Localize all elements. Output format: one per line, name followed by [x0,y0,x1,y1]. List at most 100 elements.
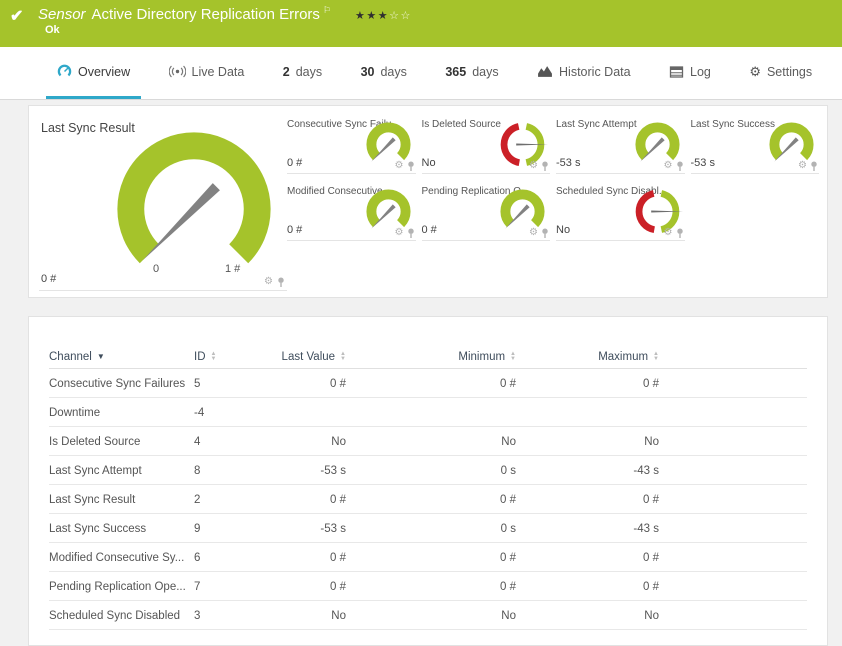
cell-last [272,398,346,427]
tab-log[interactable]: Log [658,47,722,99]
star-filled-icon[interactable]: ★ [355,10,366,22]
gauge-tile-consecutive-sync-failu[interactable]: Consecutive Sync Failu... 0 #⚙ [287,117,416,174]
object-kind-label: Sensor [38,6,86,23]
pin-icon[interactable] [541,228,549,238]
pin-icon[interactable] [277,277,285,287]
tab-settings[interactable]: ⚙ Settings [738,47,823,99]
gauge-tile-last-sync-attempt[interactable]: Last Sync Attempt -53 s⚙ [556,117,685,174]
tab-number: 2 [283,65,290,79]
cell-id: -4 [194,398,272,427]
overview-content: Last Sync Result 0 1 # 0 # ⚙ Consecutive… [0,105,842,646]
gauge-tile-last-sync-success[interactable]: Last Sync Success -53 s⚙ [691,117,820,174]
tab-365-days[interactable]: 365days [434,47,509,99]
gear-icon[interactable]: ⚙ [529,228,538,238]
tab-label: Log [690,65,711,79]
table-row-consecutive-sync-failures[interactable]: Consecutive Sync Failures50 #0 #0 # [49,369,807,398]
star-filled-icon[interactable]: ★ [366,10,377,22]
sensor-status-text: Ok [0,24,842,36]
column-header-channel[interactable]: Channel▼ [49,345,194,369]
table-row-is-deleted-source[interactable]: Is Deleted Source4NoNoNo [49,427,807,456]
gauge-tile-value: No [556,224,570,236]
cell-min: 0 # [346,485,516,514]
gear-icon[interactable]: ⚙ [395,161,404,171]
cell-last: 0 # [272,543,346,572]
cell-last: -53 s [272,456,346,485]
column-header-id[interactable]: ID▲▼ [194,345,272,369]
priority-stars[interactable]: ★★★☆☆ [355,10,412,22]
cell-id: 5 [194,369,272,398]
gauge-tile-is-deleted-source[interactable]: Is Deleted Source No⚙ [422,117,551,174]
star-empty-icon[interactable]: ☆ [389,10,400,22]
table-row-downtime[interactable]: Downtime-4 [49,398,807,427]
pin-icon[interactable] [810,161,818,171]
tab-30-days[interactable]: 30days [350,47,418,99]
tab-2-days[interactable]: 2days [272,47,333,99]
cell-last: No [272,601,346,630]
star-filled-icon[interactable]: ★ [378,10,389,22]
table-row-last-sync-result[interactable]: Last Sync Result20 #0 #0 # [49,485,807,514]
gauge-tile-value: 0 # [287,157,302,169]
pin-icon[interactable] [676,228,684,238]
channel-settings-button[interactable] [659,601,807,630]
tab-label: Live Data [192,65,245,79]
tab-label: Settings [767,65,812,79]
cell-min: 0 s [346,514,516,543]
channel-settings-button[interactable] [659,369,807,398]
channel-settings-button[interactable] [659,456,807,485]
gauge-tile-pending-replication-o[interactable]: Pending Replication O... 0 #⚙ [422,184,551,241]
gauge-tile-scheduled-sync-disabl[interactable]: Scheduled Sync Disabl... No⚙ [556,184,685,241]
pin-icon[interactable] [407,228,415,238]
column-header-minimum[interactable]: Minimum▲▼ [346,345,516,369]
pin-icon[interactable] [541,161,549,171]
channel-settings-icon [659,520,701,534]
tab-historic-data[interactable]: Historic Data [526,47,642,99]
cell-max: -43 s [516,456,659,485]
gear-icon[interactable]: ⚙ [664,228,673,238]
cell-id: 6 [194,543,272,572]
column-label: Minimum [458,351,505,363]
cell-min [346,398,516,427]
gear-icon[interactable]: ⚙ [529,161,538,171]
cell-channel: Scheduled Sync Disabled [49,601,194,630]
cell-max: No [516,601,659,630]
gear-icon[interactable]: ⚙ [264,277,273,287]
cell-max: 0 # [516,485,659,514]
star-empty-icon[interactable]: ☆ [401,10,412,22]
cell-id: 9 [194,514,272,543]
tab-bar: Overview Live Data 2days 30days 365days His… [0,47,842,100]
gauge-tile-icons: ⚙ [664,228,684,238]
cell-channel: Is Deleted Source [49,427,194,456]
channel-settings-button[interactable] [659,572,807,601]
cell-id: 3 [194,601,272,630]
log-icon [669,66,684,78]
pin-icon[interactable] [676,161,684,171]
channel-settings-button[interactable] [659,398,807,427]
channel-settings-button[interactable] [659,427,807,456]
table-row-last-sync-success[interactable]: Last Sync Success9-53 s0 s-43 s [49,514,807,543]
cell-channel: Pending Replication Ope... [49,572,194,601]
channels-table: Channel▼ID▲▼Last Value▲▼Minimum▲▼Maximum… [49,345,807,630]
main-gauge-value: 0 # [41,273,56,285]
gauge-tile-icons: ⚙ [529,228,549,238]
tab-number: 30 [361,65,375,79]
pin-icon[interactable] [407,161,415,171]
table-row-last-sync-attempt[interactable]: Last Sync Attempt8-53 s0 s-43 s [49,456,807,485]
gauge-tile-modified-consecutive[interactable]: Modified Consecutive ... 0 #⚙ [287,184,416,241]
channel-settings-button[interactable] [659,485,807,514]
tab-live-data[interactable]: Live Data [158,47,256,99]
gear-icon: ⚙ [749,65,761,78]
table-row-modified-consecutive-sy[interactable]: Modified Consecutive Sy...60 #0 #0 # [49,543,807,572]
column-header-settings [659,345,807,369]
column-header-last-value[interactable]: Last Value▲▼ [272,345,346,369]
cell-min: No [346,427,516,456]
column-header-maximum[interactable]: Maximum▲▼ [516,345,659,369]
channels-panel: Channel▼ID▲▼Last Value▲▼Minimum▲▼Maximum… [28,316,828,646]
channel-settings-button[interactable] [659,514,807,543]
channel-settings-button[interactable] [659,543,807,572]
table-row-pending-replication-ope[interactable]: Pending Replication Ope...70 #0 #0 # [49,572,807,601]
gear-icon[interactable]: ⚙ [798,161,807,171]
gear-icon[interactable]: ⚙ [395,228,404,238]
table-row-scheduled-sync-disabled[interactable]: Scheduled Sync Disabled3NoNoNo [49,601,807,630]
tab-overview[interactable]: Overview [46,47,141,99]
gear-icon[interactable]: ⚙ [664,161,673,171]
